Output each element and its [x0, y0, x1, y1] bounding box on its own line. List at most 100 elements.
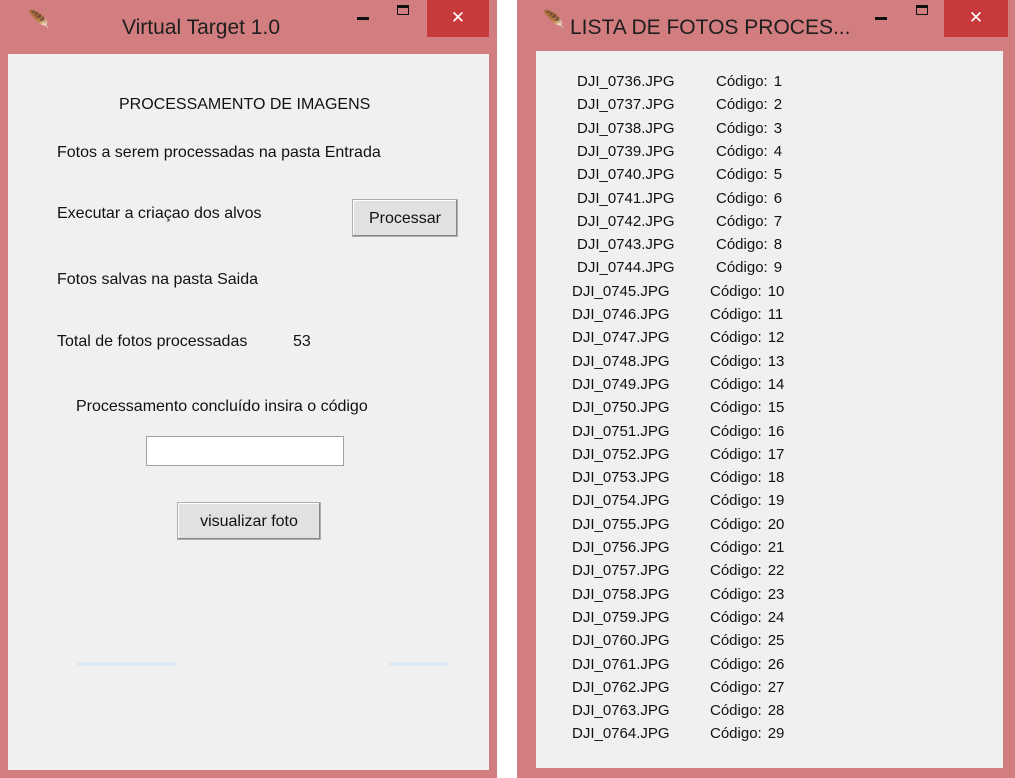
code-prefix: Código: [710, 469, 762, 487]
code-number: 25 [767, 632, 785, 650]
file-name: DJI_0764.JPG [572, 725, 670, 743]
view-photo-button[interactable]: visualizar foto [177, 502, 321, 540]
code-prefix: Código: [710, 585, 762, 603]
list-item: DJI_0743.JPG Código: 8 [577, 233, 782, 256]
code-number: 29 [767, 725, 785, 743]
file-name: DJI_0753.JPG [572, 469, 670, 487]
scrollbar-left[interactable] [77, 662, 175, 666]
file-name: DJI_0739.JPG [577, 142, 675, 160]
code-number: 1 [773, 73, 783, 90]
close-button[interactable]: ✕ [427, 0, 489, 37]
file-name: DJI_0747.JPG [572, 329, 670, 347]
file-code: Código: 22 [710, 559, 784, 582]
code-prefix: Código: [710, 422, 762, 440]
title-bar[interactable]: 🪶 LISTA DE FOTOS PROCES... ✕ [517, 0, 1015, 50]
file-name: DJI_0746.JPG [572, 306, 670, 323]
code-number: 10 [767, 282, 785, 300]
file-name: DJI_0743.JPG [577, 236, 675, 254]
code-number: 26 [767, 655, 785, 673]
file-code: Código: 11 [710, 303, 783, 326]
list-item: DJI_0745.JPG Código: 10 [572, 280, 784, 303]
code-number: 27 [767, 678, 785, 696]
file-name: DJI_0760.JPG [572, 632, 670, 650]
file-name: DJI_0750.JPG [572, 399, 670, 417]
code-number: 18 [767, 469, 785, 487]
minimize-icon[interactable] [347, 0, 379, 22]
list-item: DJI_0757.JPG Código: 22 [572, 559, 784, 582]
code-prefix: Código: [710, 678, 762, 696]
list-item: DJI_0754.JPG Código: 19 [572, 489, 784, 512]
code-number: 20 [767, 515, 785, 533]
list-item: DJI_0741.JPG Código: 6 [577, 187, 782, 210]
code-number: 4 [773, 142, 783, 160]
feather-icon: 🪶 [28, 10, 50, 30]
file-code: Código: 26 [710, 653, 784, 676]
file-name: DJI_0748.JPG [572, 352, 670, 370]
total-processed-value: 53 [293, 333, 311, 350]
file-code: Código: 17 [710, 443, 784, 466]
file-name: DJI_0744.JPG [577, 259, 675, 277]
file-name: DJI_0762.JPG [572, 678, 670, 696]
file-code: Código: 2 [716, 93, 782, 116]
code-prefix: Código: [710, 492, 762, 510]
file-code: Código: 9 [716, 256, 782, 279]
minimize-icon[interactable] [865, 0, 897, 22]
file-code: Código: 4 [716, 140, 782, 163]
window-title: LISTA DE FOTOS PROCES... [570, 16, 851, 39]
file-name: DJI_0757.JPG [572, 562, 670, 580]
code-input[interactable] [146, 436, 344, 466]
code-number: 3 [773, 119, 783, 137]
code-prefix: Código: [710, 282, 762, 300]
list-item: DJI_0746.JPG Código: 11 [572, 303, 783, 326]
code-prefix: Código: [710, 539, 762, 556]
list-item: DJI_0738.JPG Código: 3 [577, 117, 782, 140]
photo-list-window: 🪶 LISTA DE FOTOS PROCES... ✕ DJI_0736.JP… [517, 0, 1015, 778]
maximize-icon[interactable] [388, 0, 420, 22]
done-message-label: Processamento concluído insira o código [76, 398, 368, 415]
file-code: Código: 3 [716, 117, 782, 140]
code-prefix: Código: [710, 632, 762, 650]
file-name: DJI_0738.JPG [577, 119, 675, 137]
code-prefix: Código: [710, 352, 762, 370]
list-item: DJI_0740.JPG Código: 5 [577, 163, 782, 186]
file-code: Código: 7 [716, 210, 782, 233]
file-name: DJI_0745.JPG [572, 282, 670, 300]
file-name: DJI_0737.JPG [577, 96, 675, 114]
title-bar[interactable]: 🪶 Virtual Target 1.0 ✕ [0, 0, 497, 50]
list-item: DJI_0755.JPG Código: 20 [572, 513, 784, 536]
file-code: Código: 8 [716, 233, 782, 256]
code-number: 13 [767, 352, 785, 370]
file-name: DJI_0741.JPG [577, 189, 675, 207]
list-item: DJI_0750.JPG Código: 15 [572, 396, 784, 419]
file-code: Código: 13 [710, 350, 784, 373]
list-item: DJI_0763.JPG Código: 28 [572, 699, 784, 722]
heading-label: PROCESSAMENTO DE IMAGENS [119, 96, 371, 113]
list-item: DJI_0742.JPG Código: 7 [577, 210, 782, 233]
list-item: DJI_0737.JPG Código: 2 [577, 93, 782, 116]
file-code: Código: 18 [710, 466, 784, 489]
code-number: 2 [773, 96, 783, 114]
process-button[interactable]: Processar [352, 199, 458, 237]
maximize-icon[interactable] [907, 0, 939, 22]
file-name: DJI_0758.JPG [572, 585, 670, 603]
code-number: 23 [767, 585, 785, 603]
file-name: DJI_0749.JPG [572, 375, 670, 393]
file-code: Código: 15 [710, 396, 784, 419]
code-prefix: Código: [716, 236, 768, 254]
code-prefix: Código: [710, 445, 762, 463]
file-name: DJI_0736.JPG [577, 73, 675, 90]
code-number: 21 [767, 539, 785, 556]
code-prefix: Código: [710, 375, 762, 393]
file-code: Código: 19 [710, 489, 784, 512]
scrollbar-right[interactable] [389, 662, 447, 666]
list-item: DJI_0753.JPG Código: 18 [572, 466, 784, 489]
list-item: DJI_0759.JPG Código: 24 [572, 606, 784, 629]
close-button[interactable]: ✕ [944, 0, 1008, 37]
file-name: DJI_0751.JPG [572, 422, 670, 440]
file-code: Código: 10 [710, 280, 784, 303]
file-name: DJI_0756.JPG [572, 539, 670, 556]
file-name: DJI_0759.JPG [572, 608, 670, 626]
code-number: 16 [767, 422, 785, 440]
file-name: DJI_0742.JPG [577, 212, 675, 230]
list-item: DJI_0748.JPG Código: 13 [572, 350, 784, 373]
